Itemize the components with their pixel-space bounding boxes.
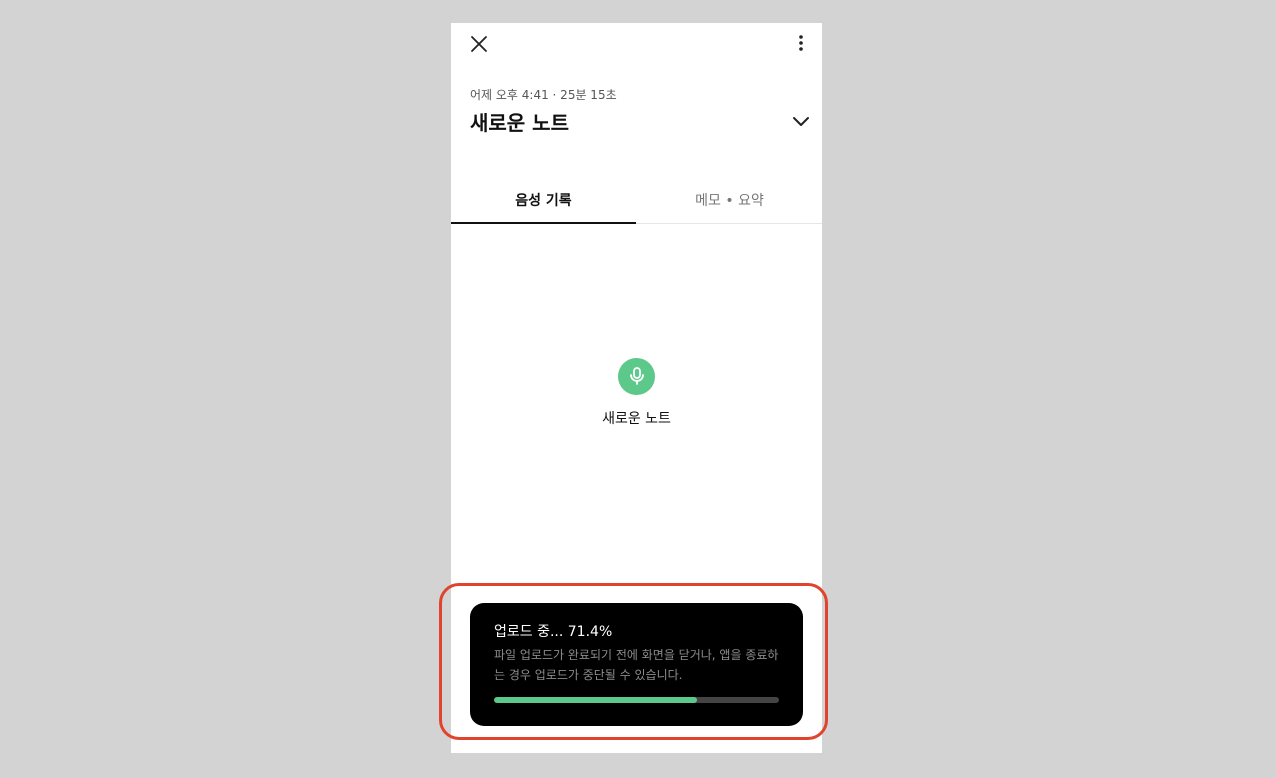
close-button[interactable]	[467, 33, 491, 57]
close-icon	[471, 36, 487, 52]
mic-badge	[618, 358, 655, 395]
note-title: 새로운 노트	[470, 111, 569, 135]
empty-state-label: 새로운 노트	[602, 411, 671, 427]
more-vertical-icon	[799, 35, 803, 51]
tab-voice-record[interactable]: 음성 기록	[451, 186, 636, 224]
microphone-icon	[630, 367, 644, 385]
upload-warning: 파일 업로드가 완료되기 전에 화면을 닫거나, 앱을 종료하는 경우 업로드가…	[494, 648, 779, 682]
chevron-down-icon	[793, 117, 809, 126]
tab-memo-summary[interactable]: 메모 • 요약	[637, 186, 822, 223]
upload-progress-fill	[494, 697, 698, 703]
upload-status: 업로드 중... 71.4%	[494, 624, 613, 640]
expand-button[interactable]	[790, 110, 812, 132]
more-options-button[interactable]	[790, 33, 812, 57]
note-meta: 어제 오후 4:41 · 25분 15초	[470, 88, 617, 102]
upload-toast: 업로드 중... 71.4% 파일 업로드가 완료되기 전에 화면을 닫거나, …	[470, 603, 803, 726]
tab-bar: 음성 기록 메모 • 요약	[451, 186, 822, 224]
upload-progress-bar	[494, 697, 779, 703]
